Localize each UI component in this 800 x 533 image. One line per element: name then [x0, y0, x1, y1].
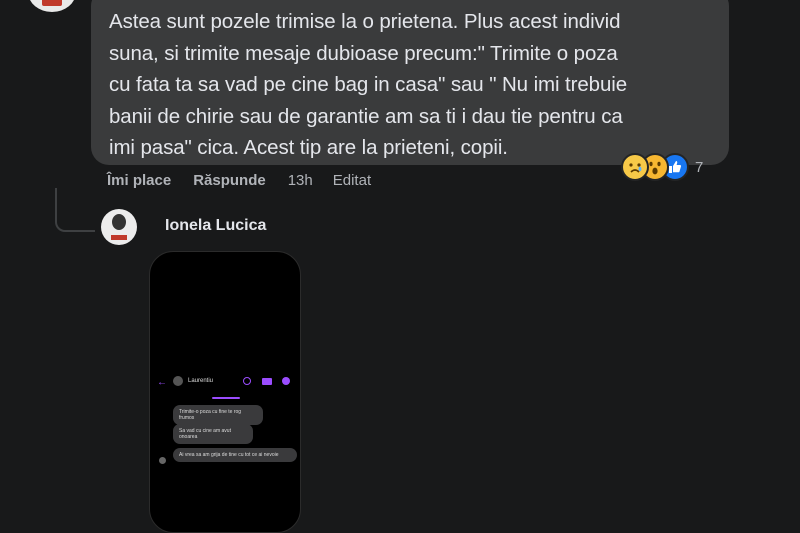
- comment-bubble: Astea sunt pozele trimise la o prietena.…: [91, 0, 729, 165]
- comment-line: cu fata ta sa vad pe cine bag in casa" s…: [109, 73, 628, 96]
- commenter-avatar[interactable]: [28, 0, 76, 12]
- comment-line: suna, si trimite mesaje dubioase precum:…: [109, 41, 618, 65]
- chat-message: Ai vrea sa am grija de tine cu tot ce ai…: [173, 448, 297, 462]
- avatar-badge: [111, 235, 127, 240]
- sender-mini-avatar: [159, 457, 166, 464]
- reaction-count: 7: [695, 158, 704, 176]
- comment-timestamp[interactable]: 13h: [288, 172, 313, 189]
- contact-name: Laurentiu: [188, 378, 214, 384]
- comment-text: Astea sunt pozele trimise la o prietena.…: [109, 6, 713, 164]
- like-button[interactable]: Îmi place: [107, 172, 171, 189]
- chat-message: Trimite-o poza cu fine te rog frumos: [173, 405, 263, 425]
- avatar-badge: [42, 0, 62, 6]
- video-call-icon: [262, 378, 272, 385]
- comment-line: imi pasa" cica. Acest tip are la prieten…: [109, 136, 508, 159]
- back-arrow-icon: ←: [157, 377, 167, 388]
- chat-divider: [212, 397, 240, 399]
- phone-call-icon: [243, 377, 251, 385]
- comment-line: Astea sunt pozele trimise la o prietena.…: [109, 10, 621, 33]
- reply-author-name[interactable]: Ionela Lucica: [165, 217, 266, 235]
- reply-button[interactable]: Răspunde: [193, 172, 266, 189]
- attached-screenshot-image[interactable]: ← Laurentiu Trimite-o poza cu fine te ro…: [149, 251, 301, 533]
- comment-line: banii de chirie sau de garantie am sa ti…: [109, 104, 623, 128]
- avatar-figure: [112, 214, 126, 230]
- chat-message: Sa vad cu cine am avut onoarea: [173, 424, 253, 444]
- reply-author-avatar[interactable]: [101, 209, 137, 245]
- edited-label[interactable]: Editat: [333, 172, 371, 189]
- comment-actions: Îmi place Răspunde 13h Editat: [107, 172, 371, 189]
- reactions-summary[interactable]: 7: [621, 152, 703, 182]
- contact-avatar: [173, 376, 183, 386]
- reply-thread-connector: [55, 188, 95, 232]
- messenger-header: ← Laurentiu: [150, 374, 300, 390]
- sad-reaction-icon: [621, 153, 649, 181]
- info-icon: [282, 377, 290, 385]
